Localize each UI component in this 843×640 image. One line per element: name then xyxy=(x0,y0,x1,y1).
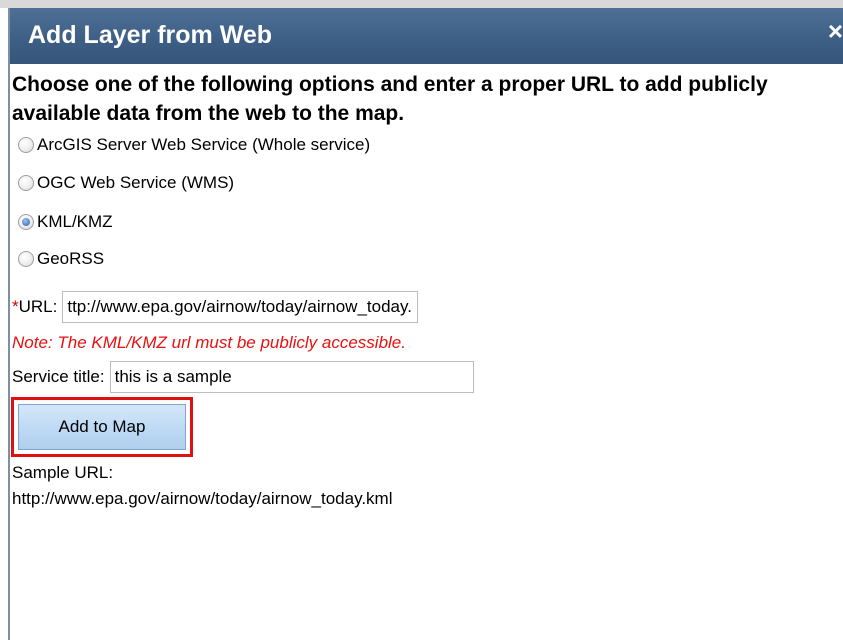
radio-button-ogc-wms[interactable] xyxy=(18,175,34,191)
add-layer-dialog: Add Layer from Web × Choose one of the f… xyxy=(8,8,843,640)
service-title-input[interactable] xyxy=(109,361,474,393)
dialog-titlebar[interactable]: Add Layer from Web × xyxy=(10,8,843,64)
radio-label-georss: GeoRSS xyxy=(37,249,105,268)
url-note: Note: The KML/KMZ url must be publicly a… xyxy=(12,333,406,352)
radio-button-kml-kmz[interactable] xyxy=(18,214,34,230)
service-title-label: Service title: xyxy=(12,367,105,386)
radio-option-kml-kmz[interactable]: KML/KMZ xyxy=(10,209,113,235)
sample-url-value: http://www.epa.gov/airnow/today/airnow_t… xyxy=(12,489,393,508)
url-label: *URL: xyxy=(12,296,57,318)
radio-option-arcgis[interactable]: ArcGIS Server Web Service (Whole service… xyxy=(10,132,370,158)
radio-label-kml-kmz: KML/KMZ xyxy=(37,212,113,231)
dialog-content: Choose one of the following options and … xyxy=(10,64,843,640)
service-title-row: Service title: xyxy=(12,361,474,393)
url-field-row: *URL: xyxy=(12,291,419,323)
background-strip xyxy=(0,0,843,8)
add-to-map-button[interactable]: Add to Map xyxy=(18,404,186,450)
radio-button-georss[interactable] xyxy=(18,251,34,267)
url-label-text: URL: xyxy=(18,297,58,316)
radio-button-arcgis[interactable] xyxy=(18,137,34,153)
url-input[interactable] xyxy=(62,291,419,323)
radio-option-georss[interactable]: GeoRSS xyxy=(10,246,104,272)
sample-url-label: Sample URL: xyxy=(12,463,114,482)
close-icon[interactable]: × xyxy=(821,16,843,46)
instructions-text: Choose one of the following options and … xyxy=(12,73,768,125)
page: Add Layer from Web × Choose one of the f… xyxy=(0,0,843,640)
radio-label-ogc-wms: OGC Web Service (WMS) xyxy=(37,173,235,192)
radio-label-arcgis: ArcGIS Server Web Service (Whole service… xyxy=(37,135,371,154)
dialog-title: Add Layer from Web xyxy=(28,21,273,49)
required-asterisk: * xyxy=(12,297,19,316)
radio-option-ogc-wms[interactable]: OGC Web Service (WMS) xyxy=(10,170,234,196)
